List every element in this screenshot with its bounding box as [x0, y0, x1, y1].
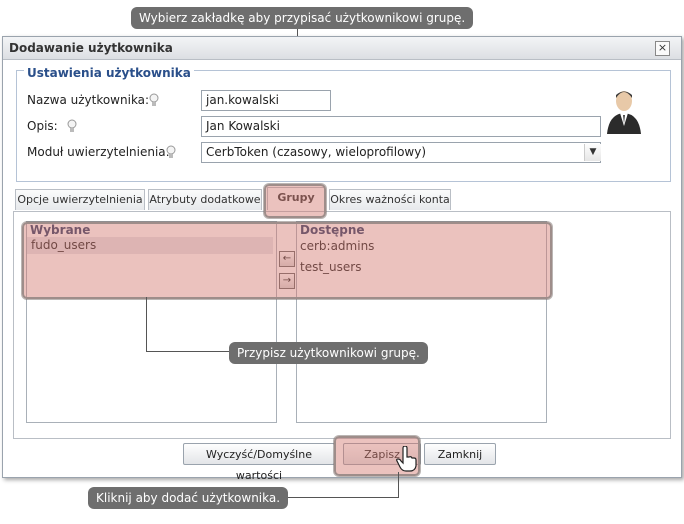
username-label: Nazwa użytkownika:	[27, 93, 150, 107]
tab-account-validity[interactable]: Okres ważności konta	[329, 189, 451, 210]
callout-connector-bottom	[283, 497, 399, 498]
highlight-groups-tab	[264, 184, 326, 218]
hint-bulb-icon	[67, 119, 77, 132]
user-avatar-icon	[607, 91, 641, 134]
reset-defaults-button[interactable]: Wyczyść/Domyślne wartości	[183, 443, 335, 482]
callout-assign-group: Przypisz użytkownikowi grupę.	[229, 342, 428, 364]
tab-extra-attributes[interactable]: Atrybuty dodatkowe	[148, 189, 262, 210]
tab-auth-options[interactable]: Opcje uwierzytelnienia	[15, 189, 145, 210]
user-settings-legend: Ustawienia użytkownika	[24, 66, 194, 80]
hint-bulb-icon	[166, 145, 176, 158]
hint-bulb-icon	[149, 93, 159, 106]
callout-connector-middle	[146, 351, 230, 352]
highlight-groups-lists	[22, 222, 552, 299]
description-label: Opis:	[27, 119, 58, 133]
dialog-titlebar: Dodawanie użytkownika ×	[3, 37, 681, 60]
callout-add-user: Kliknij aby dodać użytkownika.	[88, 487, 289, 509]
dialog-title: Dodawanie użytkownika	[9, 41, 173, 55]
callout-select-tab: Wybierz zakładkę aby przypisać użytkowni…	[131, 7, 474, 29]
callout-connector-middle	[146, 297, 147, 352]
auth-module-label: Moduł uwierzytelnienia:	[27, 145, 170, 159]
chevron-down-icon[interactable]: ▼	[584, 144, 601, 161]
auth-module-select[interactable]: CerbToken (czasowy, wieloprofilowy)	[201, 142, 601, 163]
close-button[interactable]: Zamknij	[424, 443, 496, 465]
hand-cursor-icon	[396, 446, 417, 472]
username-field[interactable]: jan.kowalski	[201, 90, 331, 111]
auth-module-value: CerbToken (czasowy, wieloprofilowy)	[206, 145, 427, 159]
callout-connector-bottom	[398, 472, 399, 498]
close-icon[interactable]: ×	[655, 41, 670, 56]
description-field[interactable]: Jan Kowalski	[201, 116, 601, 137]
